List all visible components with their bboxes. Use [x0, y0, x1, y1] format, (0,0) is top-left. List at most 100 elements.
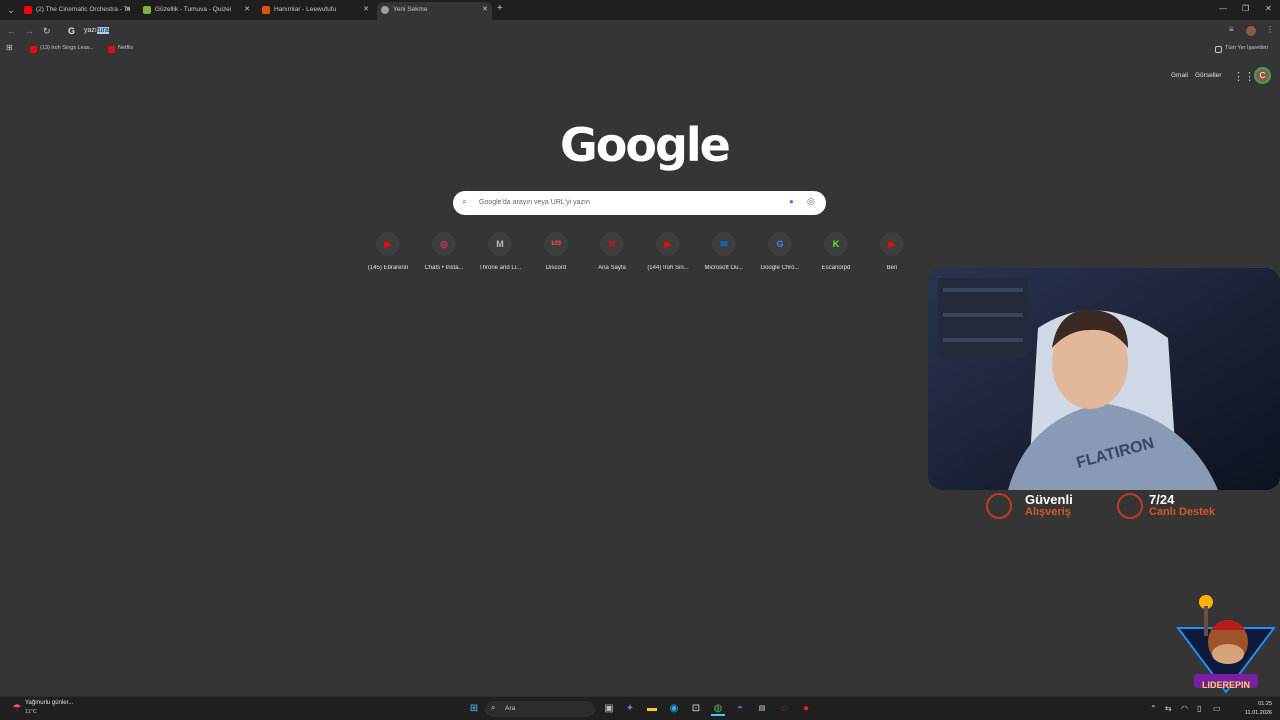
- clock-time[interactable]: 01:25: [1238, 701, 1272, 707]
- close-icon[interactable]: ✕: [244, 2, 250, 18]
- avatar[interactable]: C: [1254, 67, 1271, 84]
- close-icon[interactable]: ✕: [363, 2, 369, 18]
- close-window-icon[interactable]: ✕: [1265, 4, 1272, 13]
- taskbar: ☂ Yağmurlu günler... 11°C ⊞ ⌕ Ara ▣ ✦ ▬ …: [0, 696, 1280, 720]
- bookmark-label: Tüm Yer İşaretleri: [1225, 45, 1269, 51]
- shortcut-label: Chats • Insta...: [424, 265, 464, 271]
- tab-4-active[interactable]: Yeni Sekme ✕: [377, 2, 492, 20]
- menu-icon[interactable]: ⋮: [1266, 25, 1274, 34]
- bookmark-label: Netflix: [118, 45, 134, 51]
- shortcut-tile[interactable]: G Google Chro...: [752, 232, 808, 276]
- bookmark-label: (13) Iroh Sings Leav...: [40, 45, 94, 51]
- maximize-icon[interactable]: ❐: [1242, 4, 1249, 13]
- minimize-icon[interactable]: —: [1219, 4, 1227, 13]
- app-icon[interactable]: ●: [799, 702, 813, 716]
- shortcut-tile[interactable]: M Throne and Li...: [472, 232, 528, 276]
- tab-title: (2) The Cinematic Orchestra - To: [36, 6, 131, 13]
- edge-icon[interactable]: ◉: [667, 702, 681, 716]
- safe-title: Güvenli: [1025, 492, 1073, 507]
- gmail-link[interactable]: Gmail: [1171, 72, 1188, 79]
- shortcut-tile[interactable]: N Ana Sayfa: [584, 232, 640, 276]
- shortcut-label: Ben: [886, 265, 898, 271]
- task-view-icon[interactable]: ▣: [602, 702, 616, 716]
- images-link[interactable]: Görseller: [1195, 72, 1221, 79]
- search-box[interactable]: ⌕ Google'da arayın veya URL'yi yazın ● ◎: [453, 191, 826, 215]
- chrome-icon[interactable]: ◍: [711, 702, 725, 716]
- brand-name: LIDEREPIN: [1201, 680, 1250, 690]
- search-icon: ⌕: [462, 196, 468, 206]
- address-input[interactable]: yazıtura: [84, 27, 109, 34]
- tab-search-icon[interactable]: ⌄: [4, 3, 18, 17]
- close-icon[interactable]: ✕: [482, 2, 488, 18]
- all-bookmarks-button[interactable]: Tüm Yer İşaretleri: [1215, 45, 1269, 53]
- safe-shopping-badge-icon: [986, 493, 1012, 519]
- shortcut-label: Google Chro...: [760, 265, 800, 271]
- support-subtitle: Canlı Destek: [1149, 506, 1216, 518]
- display-icon[interactable]: ▭: [1213, 704, 1221, 713]
- tab-search-list-icon[interactable]: ≡: [1229, 25, 1234, 34]
- search-input[interactable]: Google'da arayın veya URL'yi yazın: [479, 199, 590, 206]
- shortcut-favicon-icon: ▶: [656, 232, 680, 256]
- google-g-icon: G: [68, 26, 76, 36]
- shortcut-tile[interactable]: ◎ Chats • Insta...: [416, 232, 472, 276]
- chevron-up-icon[interactable]: ⌃: [1150, 704, 1157, 713]
- back-icon[interactable]: ←: [7, 26, 16, 36]
- app-icon[interactable]: ◌: [777, 702, 791, 716]
- discord-icon[interactable]: ◓: [733, 702, 747, 716]
- weather-icon[interactable]: ☂: [10, 702, 24, 716]
- shortcut-favicon-icon: ◎: [432, 232, 456, 256]
- support-24-badge-icon: [1117, 493, 1143, 519]
- shortcut-favicon-icon: 103: [544, 232, 568, 256]
- address-bar[interactable]: G yazıtura: [60, 23, 1220, 41]
- shortcut-tile[interactable]: ▶ (145) Ebrarenn: [360, 232, 416, 276]
- shortcut-tile[interactable]: 103 Discord: [528, 232, 584, 276]
- wifi-icon[interactable]: ◠: [1181, 704, 1188, 713]
- copilot-icon[interactable]: ✦: [623, 702, 637, 716]
- shortcut-favicon-icon: ✉: [712, 232, 736, 256]
- reload-icon[interactable]: ↻: [43, 26, 51, 37]
- mic-icon[interactable]: ▯: [1197, 704, 1201, 713]
- shortcut-tile[interactable]: ✉ Microsoft Ou...: [696, 232, 752, 276]
- close-icon[interactable]: ✕: [125, 2, 131, 18]
- shortcut-favicon-icon: ▶: [376, 232, 400, 256]
- tab-3[interactable]: Hanımlar - Leewufufu ✕: [258, 2, 373, 20]
- bookmark-item[interactable]: (13) Iroh Sings Leav...: [30, 45, 94, 53]
- shortcut-label: Throne and Li...: [478, 265, 522, 271]
- autocomplete-selection: tura: [96, 27, 109, 34]
- tab-2[interactable]: Güzellik - Tumuva - Quizei ✕: [139, 2, 254, 20]
- lens-icon[interactable]: ◎: [807, 196, 815, 207]
- tab-title: Yeni Sekme: [393, 6, 428, 13]
- new-tab-button[interactable]: +: [497, 3, 503, 14]
- temperature: 11°C: [25, 709, 37, 715]
- bookmarks-bar: ⊞ (13) Iroh Sings Leav... Netflix Tüm Ye…: [0, 43, 1280, 56]
- search-icon: ⌕: [491, 703, 496, 712]
- youtube-icon: [30, 46, 37, 53]
- taskbar-search[interactable]: ⌕ Ara: [485, 701, 595, 717]
- forward-icon[interactable]: →: [25, 26, 34, 36]
- shortcut-tile[interactable]: K Escanorpd: [808, 232, 864, 276]
- network-icon[interactable]: ⇆: [1165, 704, 1172, 713]
- support-title: 7/24: [1149, 492, 1175, 507]
- brand-mascot-logo: LIDEREPIN: [1176, 592, 1276, 698]
- microphone-icon[interactable]: ●: [789, 197, 794, 206]
- clock-date[interactable]: 11.01.2026: [1238, 710, 1272, 716]
- weather-text[interactable]: Yağmurlu günler...: [25, 700, 73, 706]
- safe-subtitle: Alışveriş: [1025, 506, 1071, 518]
- profile-icon[interactable]: [1246, 26, 1256, 36]
- file-explorer-icon[interactable]: ▬: [645, 702, 659, 716]
- shortcut-favicon-icon: K: [824, 232, 848, 256]
- site-icon: [262, 6, 270, 14]
- windows-start-icon[interactable]: ⊞: [467, 702, 481, 716]
- shortcut-label: Escanorpd: [821, 265, 851, 271]
- tab-1[interactable]: (2) The Cinematic Orchestra - To ✕: [20, 2, 135, 20]
- store-icon[interactable]: ⊡: [689, 702, 703, 716]
- shortcut-tile[interactable]: ▶ Ben: [864, 232, 920, 276]
- shortcut-tile[interactable]: ▶ (144) Iroh Sin...: [640, 232, 696, 276]
- shortcut-favicon-icon: N: [600, 232, 624, 256]
- shortcut-label: (145) Ebrarenn: [367, 265, 409, 271]
- bookmark-item[interactable]: Netflix: [108, 45, 134, 53]
- tab-strip: ⌄ (2) The Cinematic Orchestra - To ✕ Güz…: [0, 0, 1280, 20]
- apps-grid-icon[interactable]: ⊞: [6, 43, 13, 52]
- app-icon[interactable]: ▤: [755, 702, 769, 716]
- streamer-webcam-image: FLATIRON: [928, 268, 1280, 490]
